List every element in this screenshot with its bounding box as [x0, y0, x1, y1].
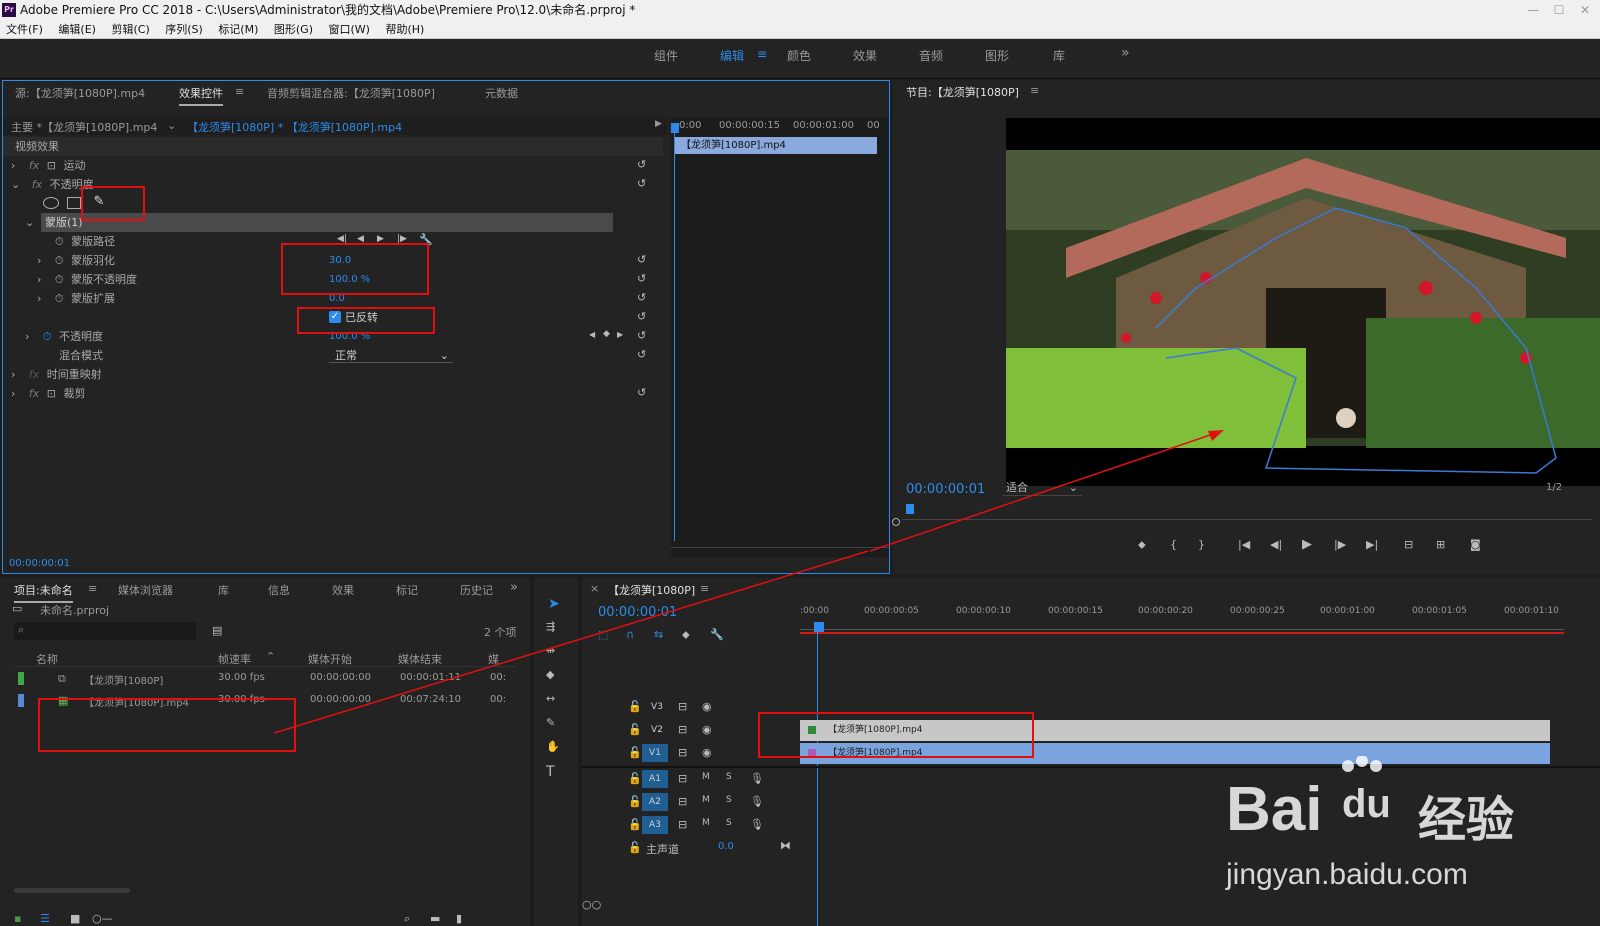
- baidu-watermark: Bai du 经验 jingyan.baidu.com: [1226, 755, 1586, 906]
- annotation-arrowhead: [1208, 430, 1224, 441]
- watermark-cn: 经验: [1418, 792, 1515, 848]
- annotation-arrow-line: [273, 550, 869, 734]
- watermark-url: jingyan.baidu.com: [1226, 858, 1468, 891]
- annotation-arrow-line: [869, 432, 1217, 552]
- watermark-du: du: [1342, 782, 1391, 826]
- watermark-brand: Bai: [1226, 775, 1323, 844]
